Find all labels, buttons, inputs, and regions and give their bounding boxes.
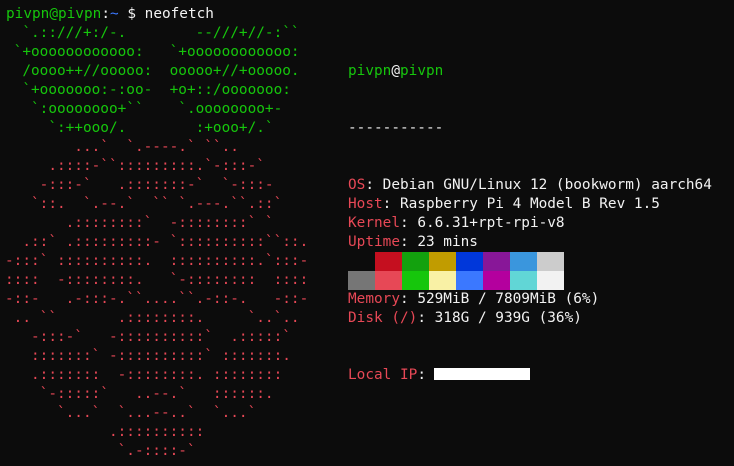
color-swatch [402,252,429,271]
info-key: Disk (/) [348,310,418,326]
info-separator: : [382,196,400,212]
info-title-user: pivpn [348,63,392,79]
info-key: Uptime [348,234,400,250]
info-underline: ----------- [348,120,444,136]
system-info-panel: pivpn@pivpn ----------- OS: Debian GNU/L… [348,24,712,423]
info-row: Kernel: 6.6.31+rpt-rpi-v8 [348,214,712,233]
info-title-host: pivpn [400,63,444,79]
color-swatch [402,271,429,290]
info-separator: : [399,234,418,250]
info-separator: : [399,215,418,231]
info-row-local-ip: Local IP: [348,366,712,385]
color-swatch [456,271,483,290]
info-row: OS: Debian GNU/Linux 12 (bookworm) aarch… [348,176,712,195]
info-separator: : [417,310,435,326]
info-key: Memory [348,291,400,307]
info-key: Host [348,196,383,212]
color-swatch [483,252,510,271]
info-row: Memory: 529MiB / 7809MiB (6%) [348,290,712,309]
logo-leaves: `.::///+:/-. --///+//-:`` `+oooooooooooo… [13,25,300,136]
terminal-window[interactable]: pivpn@pivpn:~ $ neofetch `.::///+:/-. --… [0,0,734,466]
palette-normal-row [348,252,564,271]
color-swatch [510,271,537,290]
info-value: Raspberry Pi 4 Model B Rev 1.5 [399,196,660,212]
info-row: Disk (/): 318G / 939G (36%) [348,309,712,328]
color-swatch [537,271,564,290]
info-value: 318G / 939G (36%) [434,310,582,326]
color-swatch [429,252,456,271]
prompt-command: neofetch [144,6,214,22]
logo-berry: ...` `.----.` ``.. .::::-``:::::::::.`-:… [5,139,309,459]
info-separator: : [365,177,383,193]
redacted-ip-block [433,368,530,380]
info-key: OS [348,177,366,193]
info-title: pivpn@pivpn [348,62,712,81]
color-swatch [429,271,456,290]
color-swatch [348,271,375,290]
color-swatch [375,271,402,290]
color-swatch [456,252,483,271]
color-palette [348,252,564,290]
info-colon-local-ip: : [417,367,426,383]
color-swatch [348,252,375,271]
prompt-path: ~ [109,6,119,22]
shell-prompt: pivpn@pivpn:~ $ neofetch [6,5,214,24]
info-value: 529MiB / 7809MiB (6%) [417,291,600,307]
color-swatch [510,252,537,271]
palette-bright-row [348,271,564,290]
prompt-separator: : [101,6,110,22]
color-swatch [537,252,564,271]
prompt-symbol: $ [118,6,145,22]
raspberry-pi-ascii-logo: `.::///+:/-. --///+//-:`` `+oooooooooooo… [5,24,308,461]
info-value: 23 mins [417,234,478,250]
info-row: Host: Raspberry Pi 4 Model B Rev 1.5 [348,195,712,214]
info-title-at: @ [391,63,400,79]
info-value: Debian GNU/Linux 12 (bookworm) aarch64 [382,177,712,193]
prompt-user-host: pivpn@pivpn [6,6,102,22]
info-row: Uptime: 23 mins [348,233,712,252]
info-separator: : [399,291,418,307]
info-key-local-ip: Local IP [348,367,418,383]
color-swatch [375,252,402,271]
info-key: Kernel [348,215,400,231]
info-value: 6.6.31+rpt-rpi-v8 [417,215,565,231]
color-swatch [483,271,510,290]
